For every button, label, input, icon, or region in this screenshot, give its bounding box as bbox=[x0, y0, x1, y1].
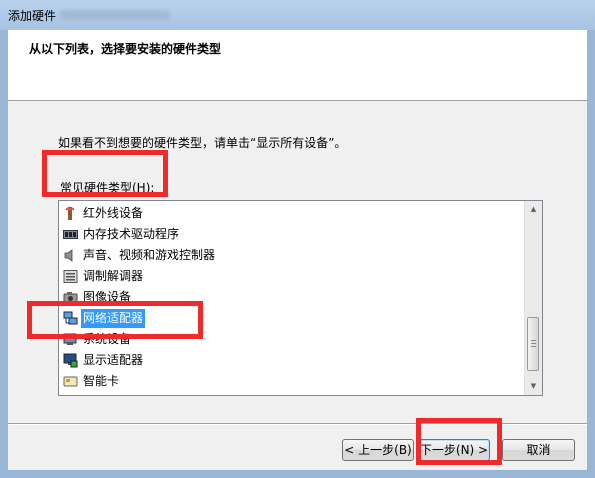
list-item-label: 声音、视频和游戏控制器 bbox=[83, 248, 216, 262]
smartcard-icon bbox=[63, 374, 78, 389]
scroll-up-arrow-icon[interactable]: ▲ bbox=[526, 202, 541, 217]
hardware-type-listbox[interactable]: 红外线设备 内存技术驱动程序 声音、视频和游戏控制器 调制解调器 图像设备 网络… bbox=[58, 200, 543, 396]
list-item-label: 调制解调器 bbox=[83, 269, 144, 283]
memory-icon bbox=[63, 227, 78, 242]
instruction-text: 如果看不到想要的硬件类型，请单击“显示所有设备”。 bbox=[58, 136, 347, 150]
list-item-label: 图像设备 bbox=[83, 290, 132, 304]
window-title: 添加硬件 bbox=[8, 9, 57, 23]
list-label: 常见硬件类型(H): bbox=[60, 181, 155, 195]
vertical-scrollbar[interactable]: ▲ ▼ bbox=[524, 201, 542, 395]
list-item-label: 智能卡 bbox=[83, 374, 120, 388]
title-bar: 添加硬件 bbox=[0, 0, 595, 30]
system-icon bbox=[63, 332, 78, 347]
cancel-button[interactable]: 取消 bbox=[502, 439, 575, 461]
blurred-title-text bbox=[60, 10, 170, 20]
back-button[interactable]: < 上一步(B) bbox=[342, 439, 414, 461]
list-item-label: 显示适配器 bbox=[83, 353, 144, 367]
network-icon bbox=[63, 311, 78, 326]
wizard-header: 从以下列表，选择要安装的硬件类型 bbox=[8, 30, 587, 101]
list-item-label: 网络适配器 bbox=[81, 309, 146, 328]
modem-icon bbox=[63, 269, 78, 284]
camera-icon bbox=[63, 290, 78, 305]
wizard-body: 从以下列表，选择要安装的硬件类型 如果看不到想要的硬件类型，请单击“显示所有设备… bbox=[8, 30, 587, 470]
list-item-label: 系统设备 bbox=[83, 332, 132, 346]
next-button[interactable]: 下一步(N) > bbox=[418, 439, 490, 461]
scroll-down-arrow-icon[interactable]: ▼ bbox=[526, 379, 541, 394]
speaker-icon bbox=[63, 248, 78, 263]
display-icon bbox=[63, 353, 78, 368]
list-item-label: 内存技术驱动程序 bbox=[83, 227, 180, 241]
infrared-icon bbox=[63, 206, 78, 221]
list-item-label: 红外线设备 bbox=[83, 206, 144, 220]
button-separator bbox=[8, 423, 587, 425]
scrollbar-thumb[interactable] bbox=[527, 317, 539, 371]
page-heading: 从以下列表，选择要安装的硬件类型 bbox=[29, 42, 222, 56]
